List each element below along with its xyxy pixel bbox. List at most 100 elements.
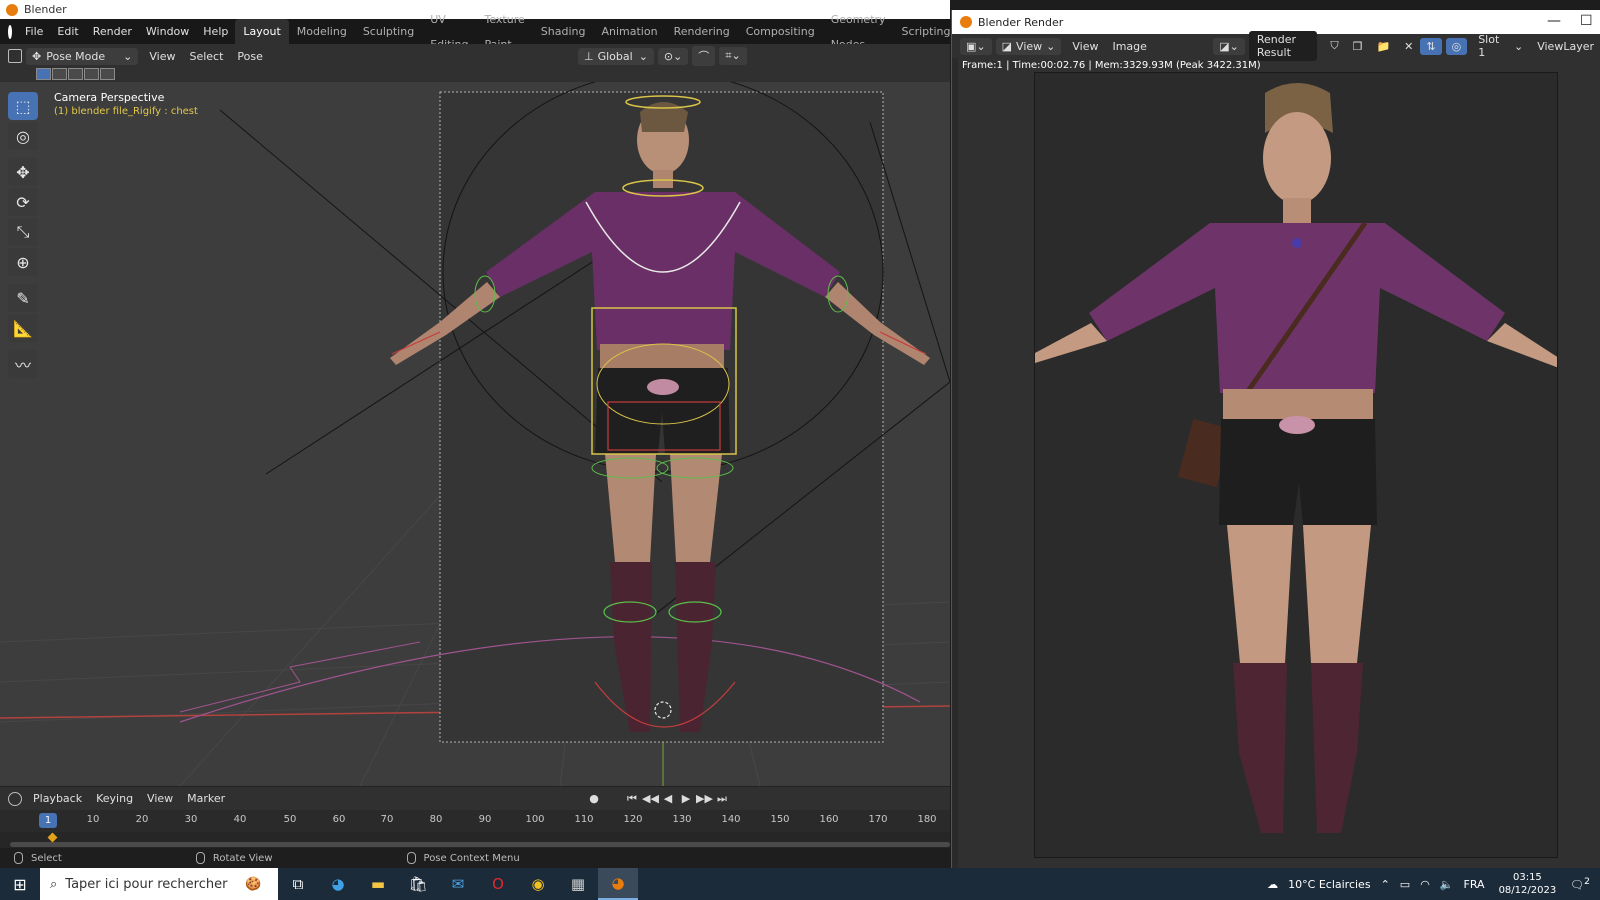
view-type-dropdown[interactable]: ◪ View ⌄ bbox=[995, 37, 1062, 55]
channels-icon: ⇅ bbox=[1426, 39, 1436, 53]
blender-main-window: Blender File Edit Render Window Help Lay… bbox=[0, 0, 976, 868]
unlink-image-icon[interactable]: ✕ bbox=[1397, 38, 1420, 55]
wifi-icon[interactable]: ◠ bbox=[1420, 878, 1430, 891]
image-editor-type-button[interactable]: ▣⌄ bbox=[960, 37, 992, 55]
menu-render[interactable]: Render bbox=[86, 19, 139, 44]
timeline-ruler[interactable]: 1 10 20 30 40 50 60 70 80 90 100 110 120… bbox=[0, 810, 950, 832]
search-highlight-icon: 🍪 bbox=[245, 876, 262, 892]
menu-file[interactable]: File bbox=[18, 19, 50, 44]
select-extend-icon[interactable] bbox=[52, 68, 67, 80]
status-bar: Select Rotate View Pose Context Menu bbox=[0, 848, 950, 868]
mail-icon[interactable]: ✉ bbox=[438, 868, 478, 900]
frame-tick: 120 bbox=[623, 814, 643, 825]
image-browse-button[interactable]: ◪⌄ bbox=[1213, 37, 1245, 55]
pivot-dropdown[interactable]: ⊙⌄ bbox=[657, 47, 689, 65]
overlay-button[interactable]: ◎ bbox=[1445, 37, 1468, 55]
task-view-icon[interactable]: ⧉ bbox=[278, 868, 318, 900]
header-menu-pose[interactable]: Pose bbox=[230, 48, 269, 65]
mode-dropdown[interactable]: ✥ Pose Mode ⌄ bbox=[26, 47, 139, 65]
blender-menu-icon[interactable] bbox=[8, 24, 12, 39]
volume-icon[interactable]: 🔈 bbox=[1440, 878, 1454, 891]
timeline-editor-icon[interactable] bbox=[8, 791, 22, 806]
notification-icon[interactable]: 🗨2 bbox=[1570, 876, 1590, 892]
search-icon: ⌕ bbox=[50, 876, 58, 892]
cursor-tool[interactable]: ◎ bbox=[8, 122, 38, 150]
annotate-tool[interactable]: ✎ bbox=[8, 284, 38, 312]
record-icon[interactable]: ● bbox=[586, 791, 602, 807]
menu-help[interactable]: Help bbox=[196, 19, 235, 44]
measure-tool[interactable]: 📐 bbox=[8, 314, 38, 342]
language-indicator[interactable]: FRA bbox=[1464, 878, 1485, 891]
weather-icon[interactable]: ☁ bbox=[1267, 878, 1278, 891]
scale-tool[interactable]: ⤡ bbox=[8, 218, 38, 246]
microsoft-store-icon[interactable]: 🛍 bbox=[398, 868, 438, 900]
menu-edit[interactable]: Edit bbox=[50, 19, 85, 44]
image-name-field[interactable]: Render Result bbox=[1248, 31, 1318, 61]
opera-browser-icon[interactable]: O bbox=[478, 868, 518, 900]
windows-start-icon[interactable]: ⊞ bbox=[0, 868, 40, 900]
jump-end-icon[interactable]: ⏭ bbox=[714, 791, 730, 807]
timeline-menu-keying[interactable]: Keying bbox=[89, 790, 140, 807]
tab-rendering[interactable]: Rendering bbox=[666, 19, 738, 44]
file-explorer-icon[interactable]: ▬ bbox=[358, 868, 398, 900]
timeline-menu-view[interactable]: View bbox=[140, 790, 180, 807]
timeline-scrollbar[interactable] bbox=[10, 842, 950, 847]
blender-taskbar-icon[interactable]: ◕ bbox=[598, 868, 638, 900]
header-menu-select[interactable]: Select bbox=[182, 48, 230, 65]
move-tool[interactable]: ✥ bbox=[8, 158, 38, 186]
select-invert-icon[interactable] bbox=[84, 68, 99, 80]
snap-options[interactable]: ⌗⌄ bbox=[719, 47, 747, 65]
chrome-browser-icon[interactable]: ◉ bbox=[518, 868, 558, 900]
measure-icon: 📐 bbox=[13, 318, 33, 338]
timeline-menu-marker[interactable]: Marker bbox=[180, 790, 232, 807]
tab-scripting[interactable]: Scripting bbox=[894, 19, 959, 44]
maximize-icon[interactable]: ☐ bbox=[1580, 13, 1593, 29]
3d-viewport[interactable]: Camera Perspective (1) blender file_Rigi… bbox=[0, 82, 950, 786]
duplicate-image-icon[interactable]: ❐ bbox=[1346, 38, 1370, 55]
select-intersect-icon[interactable] bbox=[100, 68, 115, 80]
editor-type-icon[interactable] bbox=[8, 49, 22, 63]
tab-modeling[interactable]: Modeling bbox=[289, 19, 355, 44]
tab-compositing[interactable]: Compositing bbox=[738, 19, 823, 44]
render-menu-view[interactable]: View bbox=[1065, 38, 1105, 55]
header-menu-view[interactable]: View bbox=[142, 48, 182, 65]
meet-now-icon[interactable]: ▭ bbox=[1400, 878, 1410, 891]
tab-sculpting[interactable]: Sculpting bbox=[355, 19, 422, 44]
menu-window[interactable]: Window bbox=[139, 19, 196, 44]
tab-shading[interactable]: Shading bbox=[533, 19, 594, 44]
minimize-icon[interactable]: — bbox=[1547, 13, 1561, 29]
timeline-menu-playback[interactable]: Playback bbox=[26, 790, 89, 807]
select-box-tool[interactable]: ⬚ bbox=[8, 92, 38, 120]
weather-text[interactable]: 10°C Eclaircies bbox=[1288, 878, 1370, 891]
render-result-image[interactable] bbox=[1034, 72, 1558, 858]
display-channels-button[interactable]: ⇅ bbox=[1420, 37, 1442, 55]
tab-layout[interactable]: Layout bbox=[235, 19, 289, 44]
jump-start-icon[interactable]: ⏮ bbox=[624, 791, 640, 807]
edge-browser-icon[interactable]: ◕ bbox=[318, 868, 358, 900]
tray-expand-icon[interactable]: ⌃ bbox=[1381, 878, 1390, 891]
transform-tool[interactable]: ⊕ bbox=[8, 248, 38, 276]
fake-user-icon[interactable]: ⛉ bbox=[1323, 37, 1345, 55]
slot-dropdown[interactable]: Slot 1 bbox=[1471, 31, 1507, 61]
rotate-tool[interactable]: ⟳ bbox=[8, 188, 38, 216]
tab-animation[interactable]: Animation bbox=[593, 19, 665, 44]
viewport-header: ✥ Pose Mode ⌄ View Select Pose ⊥ Global … bbox=[0, 44, 950, 68]
view-layer-dropdown[interactable]: ViewLayer bbox=[1530, 38, 1600, 55]
play-reverse-icon[interactable]: ◀ bbox=[660, 791, 676, 807]
next-keyframe-icon[interactable]: ▶▶ bbox=[696, 791, 713, 807]
keyframe-marker[interactable] bbox=[47, 832, 58, 843]
select-subtract-icon[interactable] bbox=[68, 68, 83, 80]
current-frame-indicator[interactable]: 1 bbox=[39, 813, 57, 828]
clock[interactable]: 03:15 08/12/2023 bbox=[1499, 871, 1557, 897]
select-new-icon[interactable] bbox=[36, 68, 51, 80]
taskbar-search-input[interactable]: ⌕ Taper ici pour rechercher 🍪 bbox=[40, 868, 278, 900]
orientation-dropdown[interactable]: ⊥ Global ⌄ bbox=[578, 47, 654, 65]
play-icon[interactable]: ▶ bbox=[678, 791, 694, 807]
timeline-track[interactable] bbox=[0, 832, 950, 848]
prev-keyframe-icon[interactable]: ◀◀ bbox=[642, 791, 659, 807]
relax-tool[interactable]: 〰 bbox=[8, 350, 38, 378]
render-menu-image[interactable]: Image bbox=[1105, 38, 1153, 55]
app-icon[interactable]: ▦ bbox=[558, 868, 598, 900]
snap-toggle[interactable]: ⌒ bbox=[692, 46, 716, 66]
open-image-icon[interactable]: 📁 bbox=[1369, 38, 1397, 55]
